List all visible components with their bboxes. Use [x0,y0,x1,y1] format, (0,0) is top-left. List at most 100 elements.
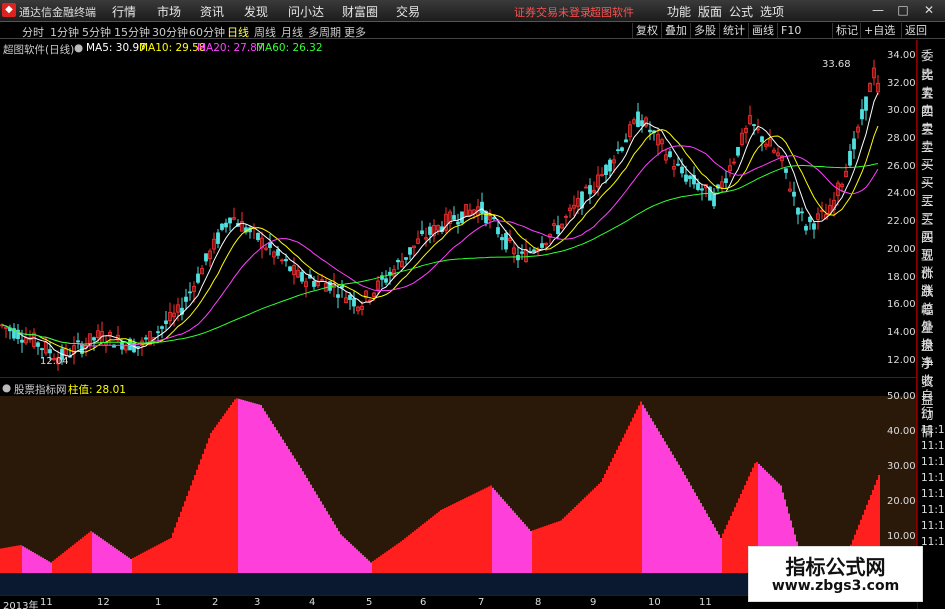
indicator-bar [600,482,602,573]
indicator-bar [430,517,432,573]
period-tab-intraday[interactable]: 分时 [22,24,44,40]
indicator-bar [14,546,16,573]
indicator-bar [654,424,656,573]
candle-body [92,337,96,341]
f10-button[interactable]: F10 [777,23,804,38]
candle-body [220,223,224,230]
period-tab-daily[interactable]: 日线 [227,24,249,40]
indicator-bar [290,452,292,573]
candle-body [184,296,188,302]
period-tab-15min[interactable]: 15分钟 [114,24,150,40]
menu-item-wealth[interactable]: 财富圈 [342,3,378,20]
ma10-value: MA10: 29.58 [139,42,206,54]
menu-item-ask[interactable]: 问小达 [288,3,324,20]
indicator-bar [568,512,570,573]
period-tab-60min[interactable]: 60分钟 [189,24,225,40]
indicator-bar [664,441,666,573]
indicator-bar [472,494,474,573]
indicator-bar [480,490,482,573]
indicator-bar [490,485,492,573]
indicator-bar [382,554,384,573]
indicator-name-label: 股票指标网 [14,384,67,396]
menu-bar: ◆ 通达信金融终端 行情 市场 资讯 发现 问小达 财富圈 交易 证券交易未登录… [0,0,945,22]
period-tab-5min[interactable]: 5分钟 [82,24,111,40]
app-title: 通达信金融终端 [19,6,96,19]
minimize-icon[interactable]: — [868,2,888,19]
indicator-bar [610,461,612,573]
indicator-bar [248,401,250,573]
period-tab-monthly[interactable]: 月线 [281,24,303,40]
collapse-icon[interactable]: ● [74,42,83,54]
indicator-bar [240,399,242,573]
indicator-bar [322,504,324,573]
x-tick: 3 [254,597,261,608]
indicator-bar [742,489,744,573]
overlay-button[interactable]: 叠加 [661,23,690,38]
indicator-bar [460,500,462,573]
menu-item-formula[interactable]: 公式 [729,3,753,20]
adjust-button[interactable]: 复权 [632,23,661,38]
indicator-bar [222,416,224,573]
menu-item-layout[interactable]: 版面 [698,3,722,20]
menu-item-market[interactable]: 市场 [157,3,181,20]
period-tab-multi[interactable]: 多周期 [308,24,341,40]
indicator-bar [0,548,2,573]
indicator-bar [68,548,70,573]
indicator-bar [736,502,738,573]
maximize-icon[interactable]: □ [893,2,913,19]
menu-item-quotes[interactable]: 行情 [112,3,136,20]
menu-item-options[interactable]: 选项 [760,3,784,20]
ma20-value: MA20: 27.87 [197,42,264,54]
period-tab-weekly[interactable]: 周线 [254,24,276,40]
mark-button[interactable]: 标记 [832,23,861,38]
indicator-bar [718,534,720,573]
login-warning[interactable]: 证券交易未登录 [514,4,591,20]
indicator-bar [150,548,152,573]
indicator-bar [580,501,582,573]
menu-item-news[interactable]: 资讯 [200,3,224,20]
x-tick: 7 [478,597,485,608]
back-button[interactable]: 返回 [901,23,930,38]
period-tab-1min[interactable]: 1分钟 [50,24,79,40]
indicator-bar [564,516,566,573]
indicator-bar [140,553,142,573]
x-tick: 2 [212,597,219,608]
add-watchlist-button[interactable]: +自选 [860,23,898,38]
indicator-bar [660,434,662,573]
ma10-line [1,125,879,353]
indicator-bar [400,541,402,573]
indicator-bar [604,473,606,573]
kline-chart-canvas[interactable] [0,40,917,595]
indicator-bar [502,499,504,573]
multi-stock-button[interactable]: 多股 [690,23,719,38]
indicator-bar [712,524,714,573]
indicator-bar [710,520,712,573]
indicator-bar [738,498,740,573]
period-tab-more[interactable]: 更多 [344,24,366,40]
menu-item-discover[interactable]: 发现 [244,3,268,20]
indicator-bar [504,501,506,573]
indicator-bar [112,546,114,573]
indicator-bar [44,559,46,573]
menu-item-functions[interactable]: 功能 [667,3,691,20]
indicator-bar [720,538,722,573]
candle-body [604,164,608,176]
menu-item-trade[interactable]: 交易 [396,3,420,20]
sub-collapse-icon[interactable]: ● [2,382,11,394]
candle-body [848,150,852,166]
indicator-bar [50,562,52,573]
indicator-bar [640,401,642,573]
indicator-bar [552,523,554,573]
indicator-bar [396,544,398,573]
period-tab-30min[interactable]: 30分钟 [152,24,188,40]
draw-line-button[interactable]: 画线 [748,23,777,38]
indicator-bar [208,438,210,573]
indicator-bar [154,546,156,573]
indicator-bar [46,560,48,573]
indicator-bar [314,491,316,573]
close-icon[interactable]: ✕ [919,2,939,19]
indicator-bar [296,461,298,573]
tick-time: 11:16 [921,440,945,452]
indicator-bar [280,436,282,573]
stats-button[interactable]: 统计 [719,23,748,38]
